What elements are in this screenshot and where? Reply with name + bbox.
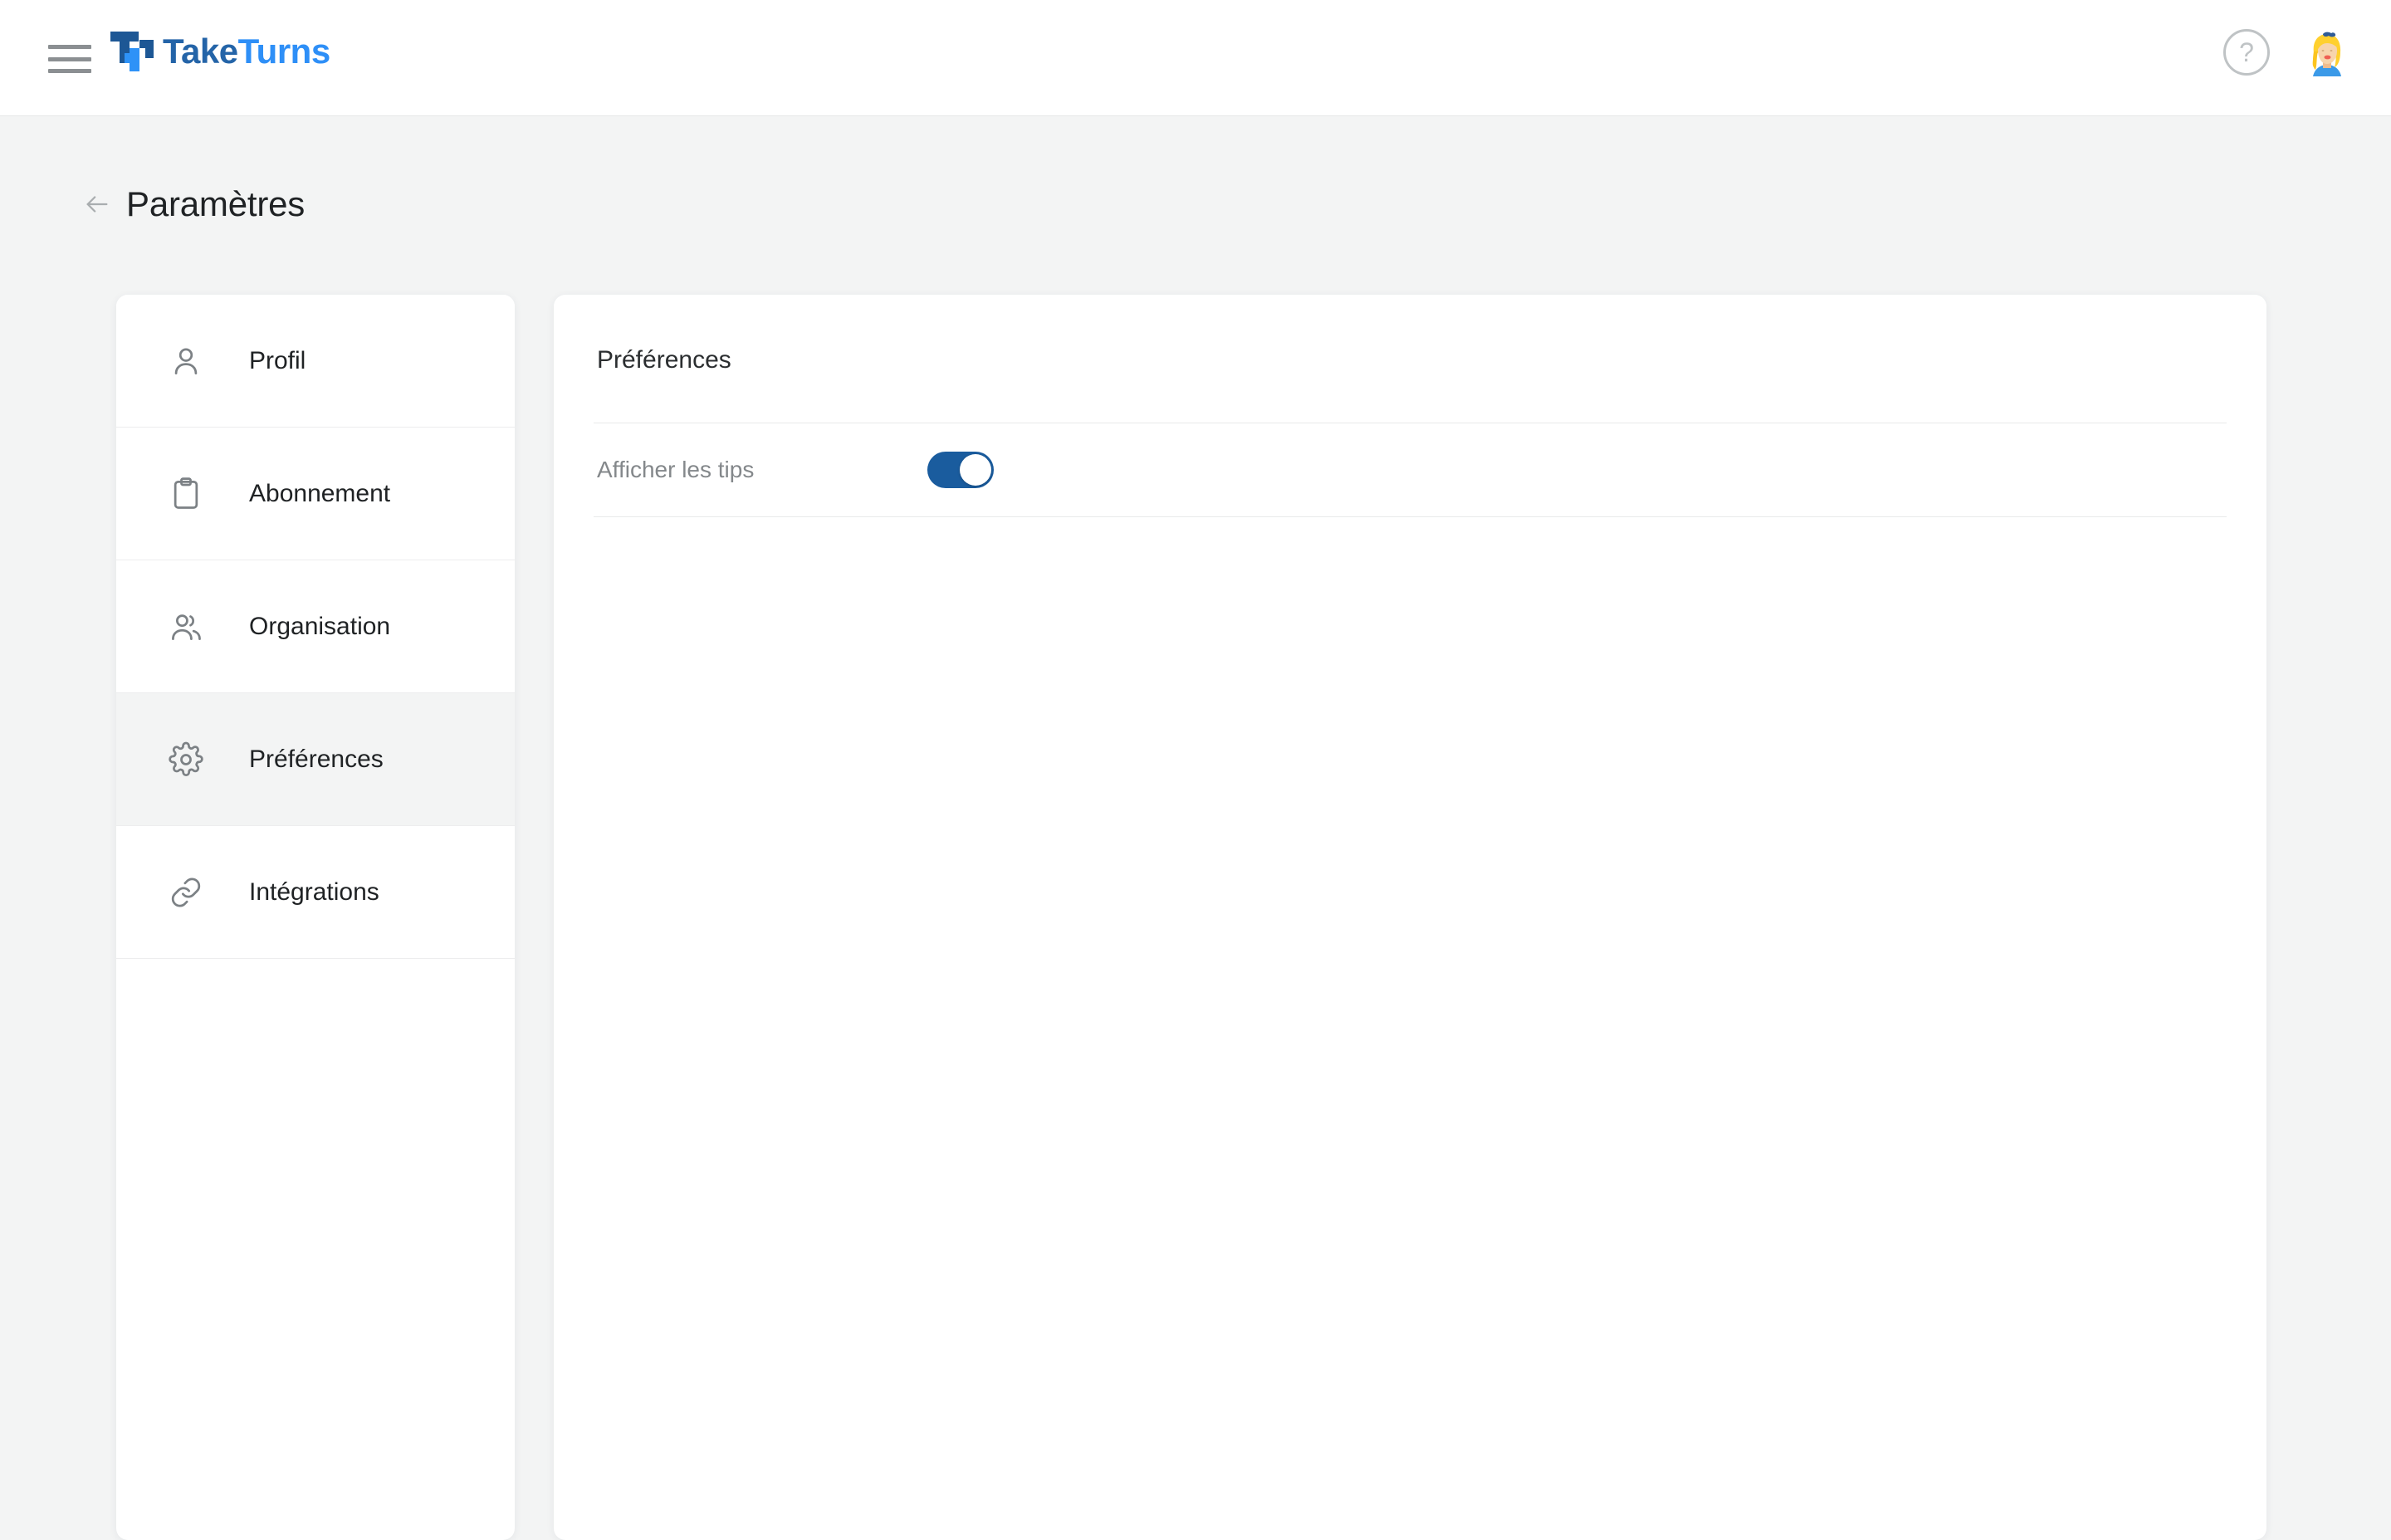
sidebar-item-organisation[interactable]: Organisation bbox=[116, 560, 515, 693]
app-logo[interactable]: TakeTurns bbox=[110, 28, 330, 75]
preference-row-afficher-les-tips: Afficher les tips bbox=[594, 423, 2227, 517]
logo-word-turns: Turns bbox=[237, 32, 331, 71]
show-tips-toggle[interactable] bbox=[927, 452, 994, 488]
hamburger-bar-2 bbox=[48, 56, 91, 61]
sidebar-item-integrations[interactable]: Intégrations bbox=[116, 826, 515, 959]
sidebar-item-abonnement[interactable]: Abonnement bbox=[116, 428, 515, 560]
link-icon bbox=[166, 873, 206, 912]
clipboard-icon bbox=[166, 474, 206, 514]
hamburger-menu-icon[interactable] bbox=[46, 42, 93, 76]
toggle-knob bbox=[960, 454, 991, 486]
hamburger-bar-1 bbox=[48, 45, 91, 49]
users-icon bbox=[166, 607, 206, 647]
help-question-mark: ? bbox=[2239, 37, 2254, 67]
preferences-panel: Préférences Afficher les tips bbox=[554, 295, 2266, 1540]
user-icon bbox=[166, 341, 206, 381]
page-header: Paramètres bbox=[83, 184, 305, 224]
avatar[interactable] bbox=[2303, 28, 2351, 76]
gear-icon bbox=[166, 740, 206, 780]
sidebar-item-label: Intégrations bbox=[249, 878, 379, 906]
preference-label: Afficher les tips bbox=[597, 457, 755, 482]
sidebar-item-label: Abonnement bbox=[249, 479, 391, 507]
settings-sidebar: Profil Abonnement Organisation Préférenc… bbox=[116, 295, 515, 1540]
hamburger-bar-3 bbox=[48, 69, 91, 73]
taketurns-logo-mark-icon bbox=[110, 30, 154, 73]
panel-title: Préférences bbox=[597, 346, 731, 374]
sidebar-item-label: Organisation bbox=[249, 612, 391, 640]
help-icon[interactable]: ? bbox=[2223, 29, 2270, 76]
sidebar-item-preferences[interactable]: Préférences bbox=[116, 693, 515, 826]
sidebar-item-profil[interactable]: Profil bbox=[116, 295, 515, 428]
sidebar-item-label: Préférences bbox=[249, 745, 384, 773]
sidebar-item-label: Profil bbox=[249, 346, 306, 374]
logo-word-take: Take bbox=[163, 32, 238, 71]
page-title: Paramètres bbox=[126, 184, 306, 223]
app-logo-wordmark: TakeTurns bbox=[163, 34, 330, 69]
header-actions: ? bbox=[2223, 28, 2351, 76]
arrow-left-icon[interactable] bbox=[83, 190, 111, 218]
app-header: TakeTurns ? bbox=[0, 0, 2391, 116]
